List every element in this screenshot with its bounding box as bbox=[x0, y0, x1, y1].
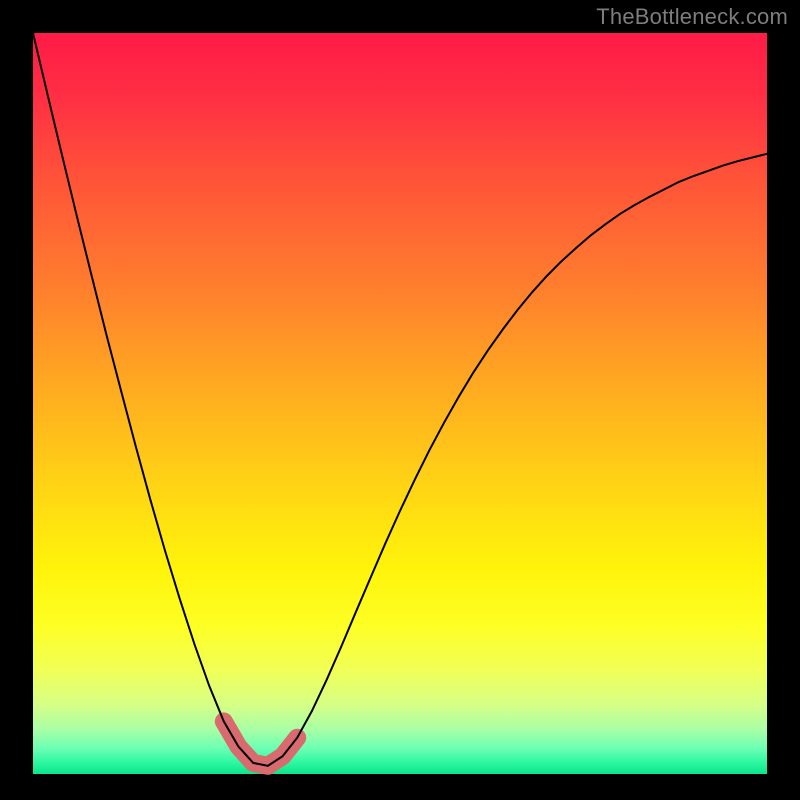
bottleneck-chart bbox=[0, 0, 800, 800]
watermark-text: TheBottleneck.com bbox=[596, 4, 788, 30]
plot-background bbox=[33, 33, 767, 774]
chart-stage: TheBottleneck.com bbox=[0, 0, 800, 800]
